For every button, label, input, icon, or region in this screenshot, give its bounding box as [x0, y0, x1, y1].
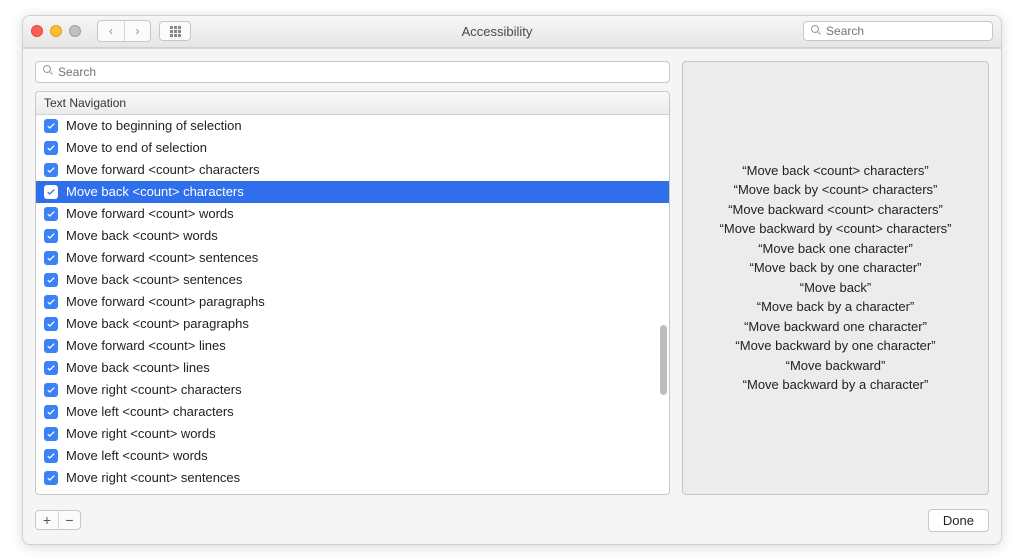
list-item[interactable]: Move right <count> sentences	[36, 467, 669, 489]
list-item[interactable]: Move back <count> lines	[36, 357, 669, 379]
list-item[interactable]: Move to end of selection	[36, 137, 669, 159]
phrase-list: “Move back <count> characters”“Move back…	[720, 161, 952, 395]
scrollbar-thumb[interactable]	[660, 325, 667, 395]
list-item[interactable]: Move left <count> characters	[36, 401, 669, 423]
list-item[interactable]: Move forward <count> words	[36, 203, 669, 225]
bottom-bar: + − Done	[35, 505, 989, 532]
search-icon	[810, 24, 822, 39]
list-item-label: Move right <count> sentences	[66, 470, 240, 485]
checkbox[interactable]	[44, 273, 58, 287]
checkbox[interactable]	[44, 427, 58, 441]
list-section-header: Text Navigation	[36, 92, 669, 115]
checkbox[interactable]	[44, 141, 58, 155]
checkbox[interactable]	[44, 317, 58, 331]
window-title: Accessibility	[462, 24, 533, 39]
list-item-label: Move left <count> characters	[66, 404, 234, 419]
phrase-variant: “Move back one character”	[720, 239, 952, 259]
list-item[interactable]: Move forward <count> characters	[36, 159, 669, 181]
phrase-variant: “Move back by a character”	[720, 297, 952, 317]
show-all-button[interactable]	[159, 21, 191, 41]
checkbox[interactable]	[44, 163, 58, 177]
remove-button[interactable]: −	[58, 511, 80, 529]
checkbox[interactable]	[44, 185, 58, 199]
phrase-variant: “Move backward”	[720, 356, 952, 376]
list-item-label: Move forward <count> words	[66, 206, 234, 221]
checkbox[interactable]	[44, 229, 58, 243]
checkbox[interactable]	[44, 207, 58, 221]
titlebar: ‹ › Accessibility	[23, 16, 1001, 48]
list-item-label: Move back <count> characters	[66, 184, 244, 199]
phrase-variant: “Move backward by a character”	[720, 375, 952, 395]
list-item-label: Move back <count> words	[66, 228, 218, 243]
commands-search-input[interactable]	[58, 65, 663, 79]
checkbox[interactable]	[44, 361, 58, 375]
phrase-variant: “Move back by <count> characters”	[720, 180, 952, 200]
search-icon	[42, 64, 54, 79]
zoom-window-button[interactable]	[69, 25, 81, 37]
list-item-label: Move left <count> words	[66, 448, 208, 463]
add-button[interactable]: +	[36, 511, 58, 529]
list-item-label: Move right <count> words	[66, 426, 216, 441]
list-body[interactable]: Move to beginning of selection Move to en…	[36, 115, 669, 494]
forward-button[interactable]: ›	[124, 21, 150, 41]
toolbar-search-input[interactable]	[826, 24, 986, 38]
list-item[interactable]: Move forward <count> lines	[36, 335, 669, 357]
commands-search[interactable]	[35, 61, 670, 83]
left-pane: Text Navigation Move to beginning of sel…	[35, 61, 670, 495]
nav-buttons: ‹ ›	[97, 20, 151, 42]
phrase-variant: “Move backward by <count> characters”	[720, 219, 952, 239]
checkbox[interactable]	[44, 405, 58, 419]
checkbox[interactable]	[44, 383, 58, 397]
list-item[interactable]: Move left <count> words	[36, 445, 669, 467]
phrase-variant: “Move back”	[720, 278, 952, 298]
checkbox[interactable]	[44, 449, 58, 463]
list-item[interactable]: Move forward <count> paragraphs	[36, 291, 669, 313]
checkbox[interactable]	[44, 339, 58, 353]
list-item-label: Move right <count> characters	[66, 382, 242, 397]
list-item[interactable]: Move back <count> sentences	[36, 269, 669, 291]
commands-sheet: Text Navigation Move to beginning of sel…	[23, 48, 1001, 544]
done-button[interactable]: Done	[928, 509, 989, 532]
preferences-window: ‹ › Accessibility	[22, 15, 1002, 545]
grid-icon	[170, 26, 181, 37]
back-button[interactable]: ‹	[98, 21, 124, 41]
list-item[interactable]: Move back <count> characters	[36, 181, 669, 203]
checkbox[interactable]	[44, 295, 58, 309]
add-remove-segment: + −	[35, 510, 81, 530]
list-item-label: Move back <count> paragraphs	[66, 316, 249, 331]
list-item-label: Move back <count> sentences	[66, 272, 242, 287]
list-item-label: Move forward <count> sentences	[66, 250, 258, 265]
phrase-variant: “Move back by one character”	[720, 258, 952, 278]
phrases-pane: “Move back <count> characters”“Move back…	[682, 61, 989, 495]
list-item[interactable]: Move right <count> words	[36, 423, 669, 445]
list-item-label: Move back <count> lines	[66, 360, 210, 375]
sheet-content: Text Navigation Move to beginning of sel…	[35, 61, 989, 495]
list-item[interactable]: Move back <count> paragraphs	[36, 313, 669, 335]
list-item[interactable]: Move back <count> words	[36, 225, 669, 247]
list-item-label: Move to beginning of selection	[66, 118, 242, 133]
phrase-variant: “Move back <count> characters”	[720, 161, 952, 181]
checkbox[interactable]	[44, 119, 58, 133]
chevron-right-icon: ›	[136, 24, 140, 38]
list-item[interactable]: Move right <count> characters	[36, 379, 669, 401]
checkbox[interactable]	[44, 471, 58, 485]
minimize-window-button[interactable]	[50, 25, 62, 37]
checkbox[interactable]	[44, 251, 58, 265]
close-window-button[interactable]	[31, 25, 43, 37]
phrase-variant: “Move backward by one character”	[720, 336, 952, 356]
list-item[interactable]: Move forward <count> sentences	[36, 247, 669, 269]
list-item[interactable]: Move to beginning of selection	[36, 115, 669, 137]
commands-list: Text Navigation Move to beginning of sel…	[35, 91, 670, 495]
phrase-variant: “Move backward one character”	[720, 317, 952, 337]
list-item-label: Move forward <count> paragraphs	[66, 294, 265, 309]
traffic-lights	[31, 25, 81, 37]
list-item-label: Move forward <count> lines	[66, 338, 226, 353]
chevron-left-icon: ‹	[109, 24, 113, 38]
list-item-label: Move forward <count> characters	[66, 162, 260, 177]
phrase-variant: “Move backward <count> characters”	[720, 200, 952, 220]
toolbar-search[interactable]	[803, 21, 993, 41]
list-item-label: Move to end of selection	[66, 140, 207, 155]
